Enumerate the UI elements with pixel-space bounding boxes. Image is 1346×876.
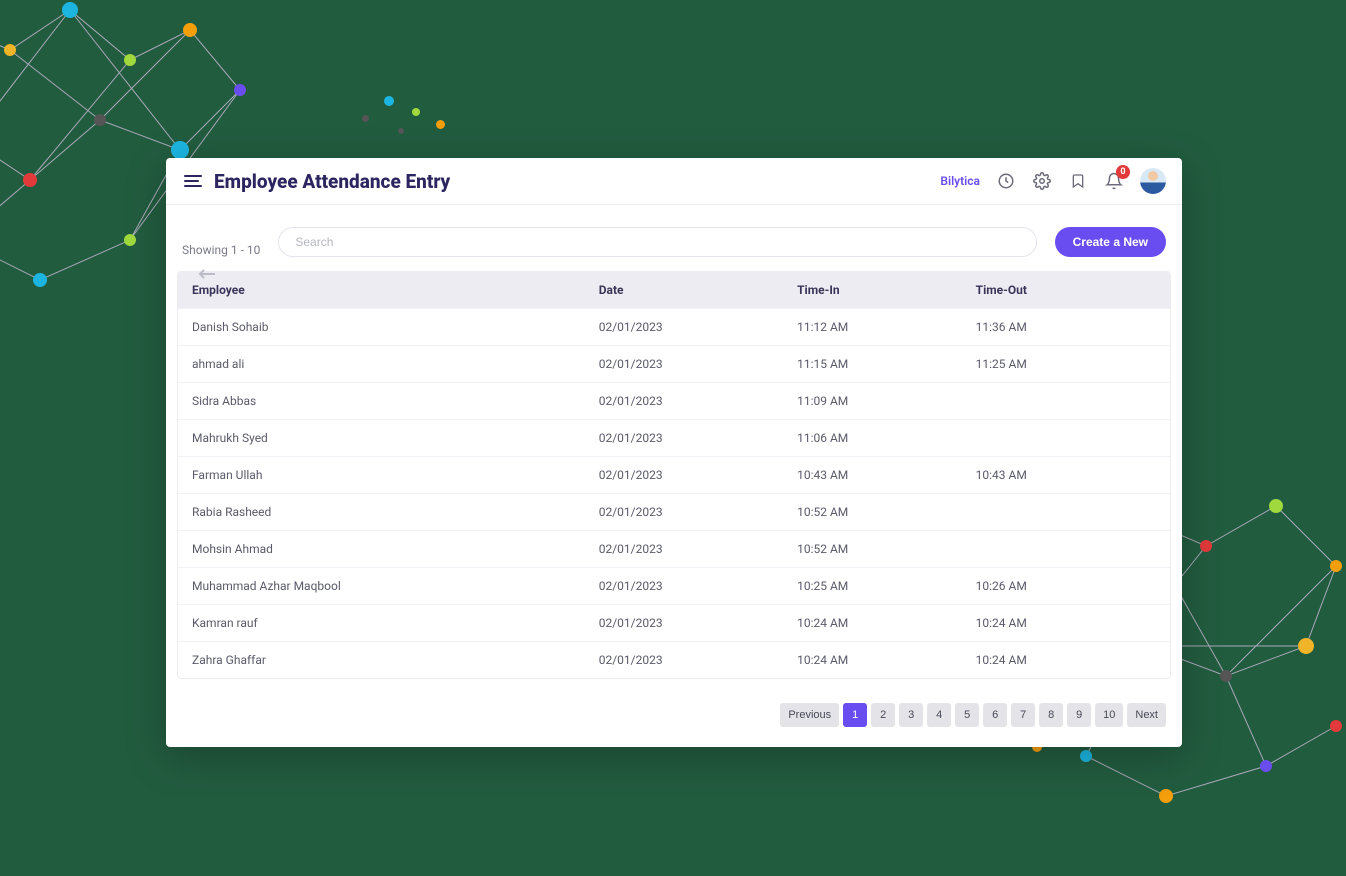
pagination-page-3[interactable]: 3 bbox=[899, 703, 923, 727]
notifications-badge: 0 bbox=[1116, 165, 1130, 179]
avatar[interactable] bbox=[1140, 168, 1166, 194]
bookmark-icon bbox=[1070, 172, 1086, 190]
clock-button[interactable] bbox=[996, 171, 1016, 191]
notifications-button[interactable]: 0 bbox=[1104, 171, 1124, 191]
pagination-page-4[interactable]: 4 bbox=[927, 703, 951, 727]
cell-time-out: 10:43 AM bbox=[962, 457, 1170, 493]
cell-time-in: 10:25 AM bbox=[783, 568, 962, 604]
pagination-page-5[interactable]: 5 bbox=[955, 703, 979, 727]
back-button[interactable] bbox=[198, 265, 216, 283]
cell-time-in: 10:24 AM bbox=[783, 605, 962, 641]
cell-employee: Rabia Rasheed bbox=[178, 494, 585, 530]
brand-link[interactable]: Bilytica bbox=[940, 174, 980, 188]
header-right: Bilytica 0 bbox=[940, 168, 1166, 194]
cell-date: 02/01/2023 bbox=[585, 457, 783, 493]
cell-time-out: 10:26 AM bbox=[962, 568, 1170, 604]
cell-employee: Zahra Ghaffar bbox=[178, 642, 585, 678]
cell-time-in: 10:52 AM bbox=[783, 494, 962, 530]
cell-date: 02/01/2023 bbox=[585, 309, 783, 345]
table-row[interactable]: Mahrukh Syed02/01/202311:06 AM bbox=[178, 419, 1170, 456]
table-row[interactable]: Farman Ullah02/01/202310:43 AM10:43 AM bbox=[178, 456, 1170, 493]
cell-date: 02/01/2023 bbox=[585, 383, 783, 419]
cell-time-out bbox=[962, 494, 1170, 530]
cell-time-in: 10:43 AM bbox=[783, 457, 962, 493]
pagination: Previous12345678910Next bbox=[166, 695, 1182, 747]
cell-time-in: 10:52 AM bbox=[783, 531, 962, 567]
cell-employee: ahmad ali bbox=[178, 346, 585, 382]
decorative-dot bbox=[398, 128, 404, 134]
table-row[interactable]: Sidra Abbas02/01/202311:09 AM bbox=[178, 382, 1170, 419]
cell-employee: Kamran rauf bbox=[178, 605, 585, 641]
decorative-dot bbox=[384, 96, 394, 106]
showing-text: Showing 1 - 10 bbox=[182, 243, 260, 257]
gear-icon bbox=[1033, 172, 1051, 190]
pagination-next[interactable]: Next bbox=[1127, 703, 1166, 727]
table-row[interactable]: ahmad ali02/01/202311:15 AM11:25 AM bbox=[178, 345, 1170, 382]
pagination-page-9[interactable]: 9 bbox=[1067, 703, 1091, 727]
pagination-page-1[interactable]: 1 bbox=[843, 703, 867, 727]
cell-time-out bbox=[962, 383, 1170, 419]
cell-employee: Farman Ullah bbox=[178, 457, 585, 493]
cell-time-out: 11:25 AM bbox=[962, 346, 1170, 382]
table-row[interactable]: Danish Sohaib02/01/202311:12 AM11:36 AM bbox=[178, 308, 1170, 345]
table-row[interactable]: Mohsin Ahmad02/01/202310:52 AM bbox=[178, 530, 1170, 567]
table-row[interactable]: Kamran rauf02/01/202310:24 AM10:24 AM bbox=[178, 604, 1170, 641]
cell-employee: Mahrukh Syed bbox=[178, 420, 585, 456]
cell-time-out: 10:24 AM bbox=[962, 642, 1170, 678]
toolbar: Showing 1 - 10 Create a New bbox=[166, 205, 1182, 271]
pagination-page-2[interactable]: 2 bbox=[871, 703, 895, 727]
cell-time-in: 11:06 AM bbox=[783, 420, 962, 456]
cell-employee: Muhammad Azhar Maqbool bbox=[178, 568, 585, 604]
pagination-page-8[interactable]: 8 bbox=[1039, 703, 1063, 727]
cell-time-out bbox=[962, 531, 1170, 567]
cell-date: 02/01/2023 bbox=[585, 642, 783, 678]
cell-date: 02/01/2023 bbox=[585, 568, 783, 604]
app-panel: Employee Attendance Entry Bilytica 0 bbox=[166, 158, 1182, 747]
cell-employee: Danish Sohaib bbox=[178, 309, 585, 345]
col-header-date[interactable]: Date bbox=[585, 272, 783, 308]
cell-date: 02/01/2023 bbox=[585, 494, 783, 530]
cell-date: 02/01/2023 bbox=[585, 346, 783, 382]
page-title: Employee Attendance Entry bbox=[214, 170, 450, 193]
clock-icon bbox=[997, 172, 1015, 190]
bookmark-button[interactable] bbox=[1068, 171, 1088, 191]
cell-time-in: 10:24 AM bbox=[783, 642, 962, 678]
settings-button[interactable] bbox=[1032, 171, 1052, 191]
cell-date: 02/01/2023 bbox=[585, 605, 783, 641]
create-new-button[interactable]: Create a New bbox=[1055, 227, 1166, 257]
cell-employee: Sidra Abbas bbox=[178, 383, 585, 419]
cell-time-in: 11:12 AM bbox=[783, 309, 962, 345]
decorative-dot bbox=[412, 108, 420, 116]
menu-button[interactable] bbox=[182, 170, 204, 192]
cell-time-in: 11:09 AM bbox=[783, 383, 962, 419]
col-header-employee[interactable]: Employee bbox=[178, 272, 585, 308]
cell-time-in: 11:15 AM bbox=[783, 346, 962, 382]
cell-time-out: 10:24 AM bbox=[962, 605, 1170, 641]
decorative-dot bbox=[362, 115, 369, 122]
col-header-time-in[interactable]: Time-In bbox=[783, 272, 962, 308]
attendance-table: Employee Date Time-In Time-Out Danish So… bbox=[177, 271, 1171, 679]
cell-time-out bbox=[962, 420, 1170, 456]
cell-date: 02/01/2023 bbox=[585, 531, 783, 567]
pagination-page-10[interactable]: 10 bbox=[1095, 703, 1123, 727]
arrow-left-icon bbox=[198, 268, 216, 280]
col-header-time-out[interactable]: Time-Out bbox=[962, 272, 1170, 308]
table-row[interactable]: Muhammad Azhar Maqbool02/01/202310:25 AM… bbox=[178, 567, 1170, 604]
cell-time-out: 11:36 AM bbox=[962, 309, 1170, 345]
pagination-previous[interactable]: Previous bbox=[780, 703, 839, 727]
app-header: Employee Attendance Entry Bilytica 0 bbox=[166, 158, 1182, 205]
pagination-page-7[interactable]: 7 bbox=[1011, 703, 1035, 727]
hamburger-icon bbox=[184, 174, 202, 188]
pagination-page-6[interactable]: 6 bbox=[983, 703, 1007, 727]
cell-date: 02/01/2023 bbox=[585, 420, 783, 456]
table-header: Employee Date Time-In Time-Out bbox=[178, 272, 1170, 308]
search-input[interactable] bbox=[278, 227, 1036, 257]
table-row[interactable]: Rabia Rasheed02/01/202310:52 AM bbox=[178, 493, 1170, 530]
table-row[interactable]: Zahra Ghaffar02/01/202310:24 AM10:24 AM bbox=[178, 641, 1170, 678]
decorative-dot bbox=[436, 120, 445, 129]
cell-employee: Mohsin Ahmad bbox=[178, 531, 585, 567]
